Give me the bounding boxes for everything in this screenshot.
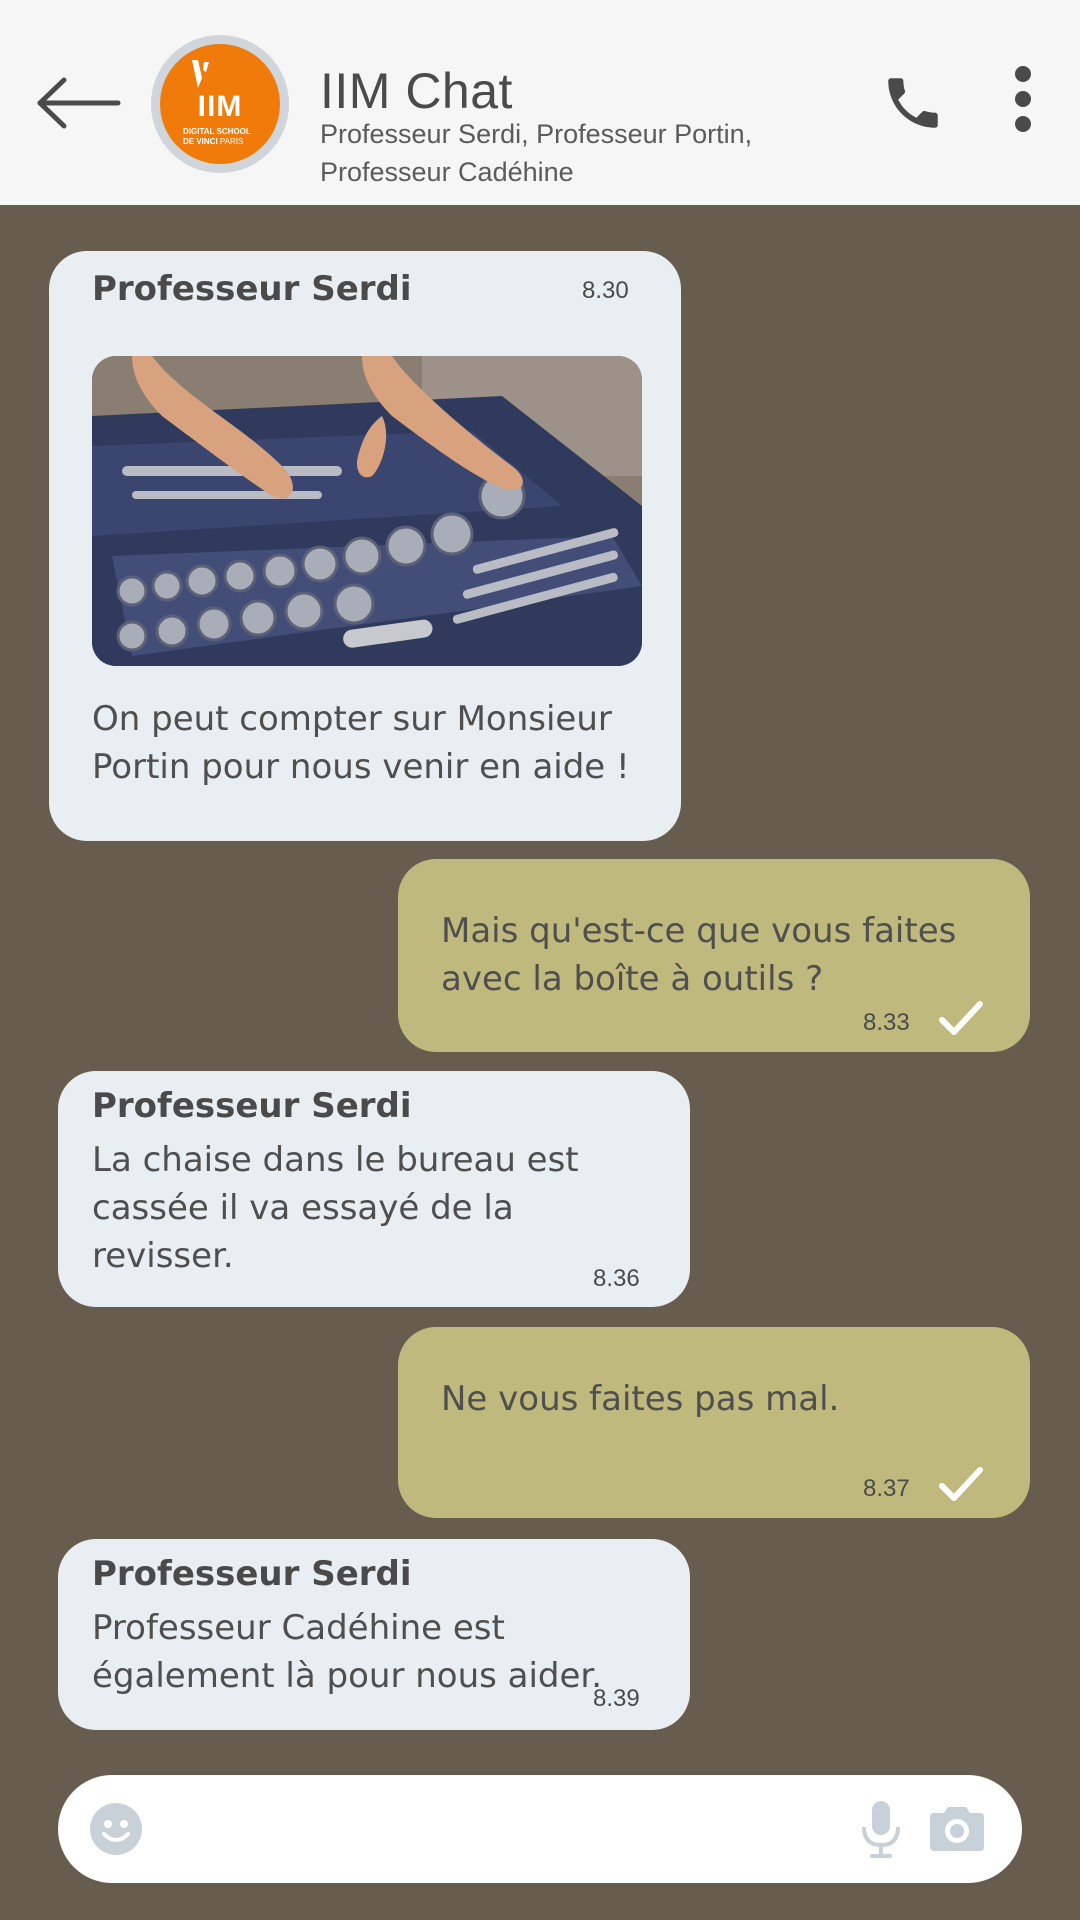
message-text: Ne vous faites pas mal. [441, 1379, 840, 1419]
message-text: On peut compter sur Monsieur Portin pour… [92, 699, 630, 787]
camera-icon [930, 1807, 984, 1851]
message-sender: Professeur Serdi [92, 1086, 412, 1126]
message-bubble-incoming[interactable]: Professeur Serdi La chaise dans le burea… [58, 1071, 690, 1307]
microphone-icon [862, 1801, 900, 1858]
message-image[interactable] [92, 356, 642, 666]
message-bubble-outgoing[interactable]: Ne vous faites pas mal. 8.37 [398, 1327, 1030, 1518]
more-vertical-icon [1015, 66, 1031, 132]
logo-text: IIM [197, 90, 243, 123]
message-time: 8.39 [593, 1685, 640, 1712]
message-sender: Professeur Serdi [92, 269, 412, 309]
check-icon [939, 1001, 983, 1035]
microphone-button[interactable] [860, 1799, 902, 1859]
check-icon [939, 1467, 983, 1501]
message-time: 8.37 [863, 1475, 910, 1502]
emoji-button[interactable] [89, 1802, 143, 1856]
message-text: La chaise dans le bureau est cassée il v… [92, 1140, 579, 1276]
message-text: Professeur Cadéhine est également là pou… [92, 1608, 603, 1696]
phone-icon [888, 78, 938, 128]
camera-button[interactable] [930, 1803, 984, 1853]
chat-header: IIM DIGITAL SCHOOL DE VINCI PARIS IIM Ch… [0, 0, 1080, 205]
back-button[interactable] [34, 68, 122, 138]
message-input[interactable] [168, 1803, 828, 1855]
message-sender: Professeur Serdi [92, 1554, 412, 1594]
message-bubble-incoming[interactable]: Professeur Serdi Professeur Cadéhine est… [58, 1539, 690, 1730]
message-text: Mais qu'est-ce que vous faites avec la b… [441, 911, 957, 999]
more-options-button[interactable] [1004, 64, 1042, 134]
group-avatar[interactable]: IIM DIGITAL SCHOOL DE VINCI PARIS [151, 35, 289, 173]
iim-logo: IIM DIGITAL SCHOOL DE VINCI PARIS [160, 44, 280, 164]
logo-subtitle: DIGITAL SCHOOL DE VINCI PARIS [183, 127, 251, 146]
message-composer [58, 1775, 1022, 1883]
chat-members: Professeur Serdi, Professeur Portin, Pro… [320, 119, 753, 187]
chat-title[interactable]: IIM Chat [320, 62, 513, 120]
message-bubble-outgoing[interactable]: Mais qu'est-ce que vous faites avec la b… [398, 859, 1030, 1052]
message-time: 8.33 [863, 1009, 910, 1036]
message-bubble-incoming[interactable]: Professeur Serdi 8.30 On peut compter su… [49, 251, 681, 841]
message-time: 8.30 [582, 277, 629, 304]
call-button[interactable] [878, 70, 948, 136]
arrow-left-icon [37, 77, 121, 129]
logo-mark-icon [192, 60, 209, 88]
emoji-icon [90, 1803, 142, 1855]
message-time: 8.36 [593, 1265, 640, 1292]
toolbox-photo [92, 356, 642, 666]
